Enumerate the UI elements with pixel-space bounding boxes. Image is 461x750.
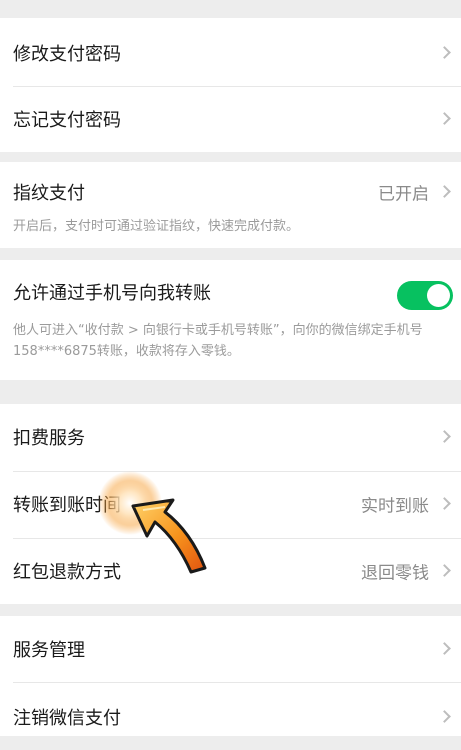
chevron-right-icon — [438, 710, 451, 723]
phone-transfer-row: 允许通过手机号向我转账 — [0, 264, 461, 320]
chevron-right-icon — [438, 564, 451, 577]
fingerprint-row[interactable]: 指纹支付 已开启 — [0, 162, 461, 222]
change-password-row[interactable]: 修改支付密码 — [0, 20, 461, 86]
chevron-right-icon — [438, 112, 451, 125]
fingerprint-group: 指纹支付 已开启 开启后，支付时可通过验证指纹，快速完成付款。 — [0, 162, 461, 248]
service-management-row[interactable]: 服务管理 — [0, 616, 461, 682]
phone-transfer-group: 允许通过手机号向我转账 他人可进入“收付款 > 向银行卡或手机号转账”，向你的微… — [0, 260, 461, 380]
chevron-right-icon — [438, 430, 451, 443]
change-password-label: 修改支付密码 — [13, 44, 121, 65]
transfer-time-row[interactable]: 转账到账时间 实时到账 — [0, 471, 461, 537]
manage-group: 服务管理 注销微信支付 — [0, 616, 461, 736]
red-packet-refund-value: 退回零钱 — [361, 563, 429, 584]
deduction-service-row[interactable]: 扣费服务 — [0, 404, 461, 470]
chevron-right-icon — [438, 642, 451, 655]
chevron-right-icon — [438, 497, 451, 510]
phone-transfer-description: 他人可进入“收付款 > 向银行卡或手机号转账”，向你的微信绑定手机号158***… — [13, 323, 423, 359]
fingerprint-description: 开启后，支付时可通过验证指纹，快速完成付款。 — [13, 219, 300, 234]
forgot-password-row[interactable]: 忘记支付密码 — [0, 86, 461, 152]
fingerprint-label: 指纹支付 — [13, 183, 85, 204]
services-group: 扣费服务 转账到账时间 实时到账 红包退款方式 退回零钱 — [0, 404, 461, 604]
transfer-time-label: 转账到账时间 — [13, 495, 121, 516]
wallet-settings-page: 修改支付密码 忘记支付密码 指纹支付 已开启 开启后，支付时可通过验证指纹，快速… — [0, 0, 461, 736]
chevron-right-icon — [438, 185, 451, 198]
service-management-label: 服务管理 — [13, 640, 85, 661]
phone-transfer-toggle[interactable] — [397, 281, 453, 310]
red-packet-refund-row[interactable]: 红包退款方式 退回零钱 — [0, 538, 461, 604]
deduction-service-label: 扣费服务 — [13, 428, 85, 449]
transfer-time-value: 实时到账 — [361, 496, 429, 517]
password-group: 修改支付密码 忘记支付密码 — [0, 18, 461, 152]
chevron-right-icon — [438, 46, 451, 59]
phone-transfer-label: 允许通过手机号向我转账 — [13, 283, 211, 304]
deregister-row[interactable]: 注销微信支付 — [0, 684, 461, 750]
divider — [13, 682, 461, 683]
deregister-label: 注销微信支付 — [13, 708, 121, 729]
fingerprint-status: 已开启 — [378, 184, 429, 205]
forgot-password-label: 忘记支付密码 — [13, 110, 121, 131]
red-packet-refund-label: 红包退款方式 — [13, 562, 121, 583]
toggle-knob — [427, 284, 450, 307]
